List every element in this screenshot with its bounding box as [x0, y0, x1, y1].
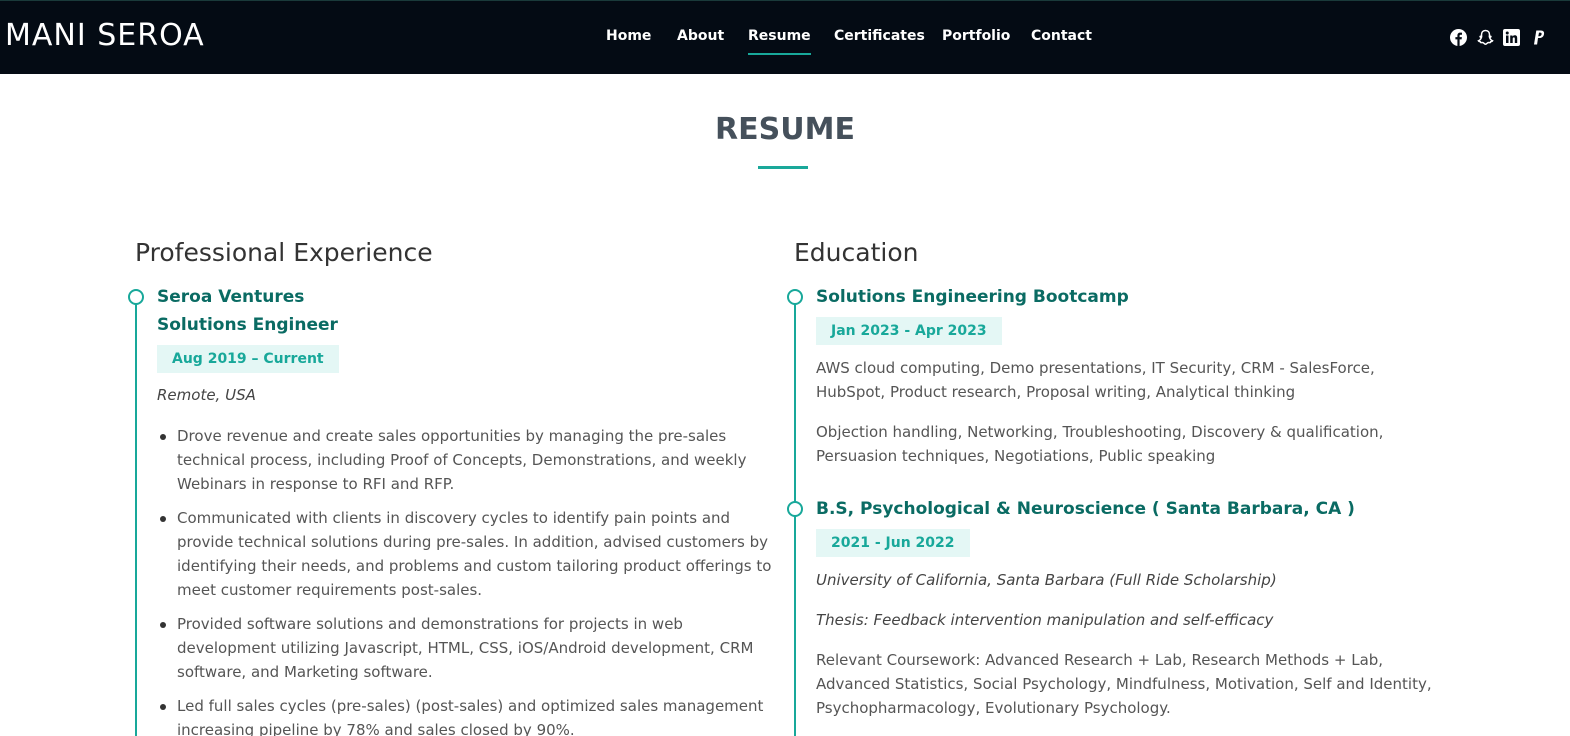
experience-timeline-line: [135, 297, 137, 736]
education-paragraph: Objection handling, Networking, Troubles…: [816, 423, 1384, 465]
nav-home[interactable]: Home: [606, 28, 651, 44]
education-school: University of California, Santa Barbara …: [816, 571, 1277, 589]
list-item: Led full sales cycles (pre-sales) (post-…: [157, 694, 777, 736]
nav-resume[interactable]: Resume: [748, 28, 811, 55]
main-nav: Home About Resume Certificates Portfolio…: [0, 1, 1570, 75]
facebook-icon[interactable]: [1450, 29, 1467, 46]
date-badge: Jan 2023 - Apr 2023: [816, 317, 1002, 345]
nav-certificates[interactable]: Certificates: [834, 28, 925, 44]
title-underline: [758, 166, 808, 169]
experience-bullets: Drove revenue and create sales opportuni…: [157, 424, 777, 736]
linkedin-icon[interactable]: [1503, 29, 1520, 46]
section-title: RESUME: [715, 112, 855, 147]
education-title: B.S, Psychological & Neuroscience ( Sant…: [816, 499, 1355, 519]
timeline-dot: [787, 501, 803, 517]
nav-about[interactable]: About: [677, 28, 724, 44]
experience-heading: Professional Experience: [135, 238, 433, 267]
experience-location: Remote, USA: [157, 386, 256, 404]
education-coursework: Relevant Coursework: Advanced Research +…: [816, 651, 1432, 717]
experience-role: Solutions Engineer: [157, 315, 338, 335]
date-badge: Aug 2019 – Current: [157, 345, 339, 373]
education-paragraph: AWS cloud computing, Demo presentations,…: [816, 359, 1375, 401]
experience-company: Seroa Ventures: [157, 287, 305, 307]
timeline-dot: [128, 289, 144, 305]
nav-portfolio[interactable]: Portfolio: [942, 28, 1010, 44]
education-title: Solutions Engineering Bootcamp: [816, 287, 1129, 307]
list-item: Communicated with clients in discovery c…: [157, 506, 777, 602]
site-header: MANI SEROA Home About Resume Certificate…: [0, 0, 1570, 74]
list-item: Provided software solutions and demonstr…: [157, 612, 777, 684]
education-heading: Education: [794, 238, 919, 267]
snapchat-icon[interactable]: [1477, 29, 1494, 46]
list-item: Drove revenue and create sales opportuni…: [157, 424, 777, 496]
date-badge: 2021 - Jun 2022: [816, 529, 970, 557]
paypal-icon[interactable]: [1530, 29, 1547, 46]
nav-contact[interactable]: Contact: [1031, 28, 1092, 44]
education-thesis: Thesis: Feedback intervention manipulati…: [816, 611, 1274, 629]
timeline-dot: [787, 289, 803, 305]
